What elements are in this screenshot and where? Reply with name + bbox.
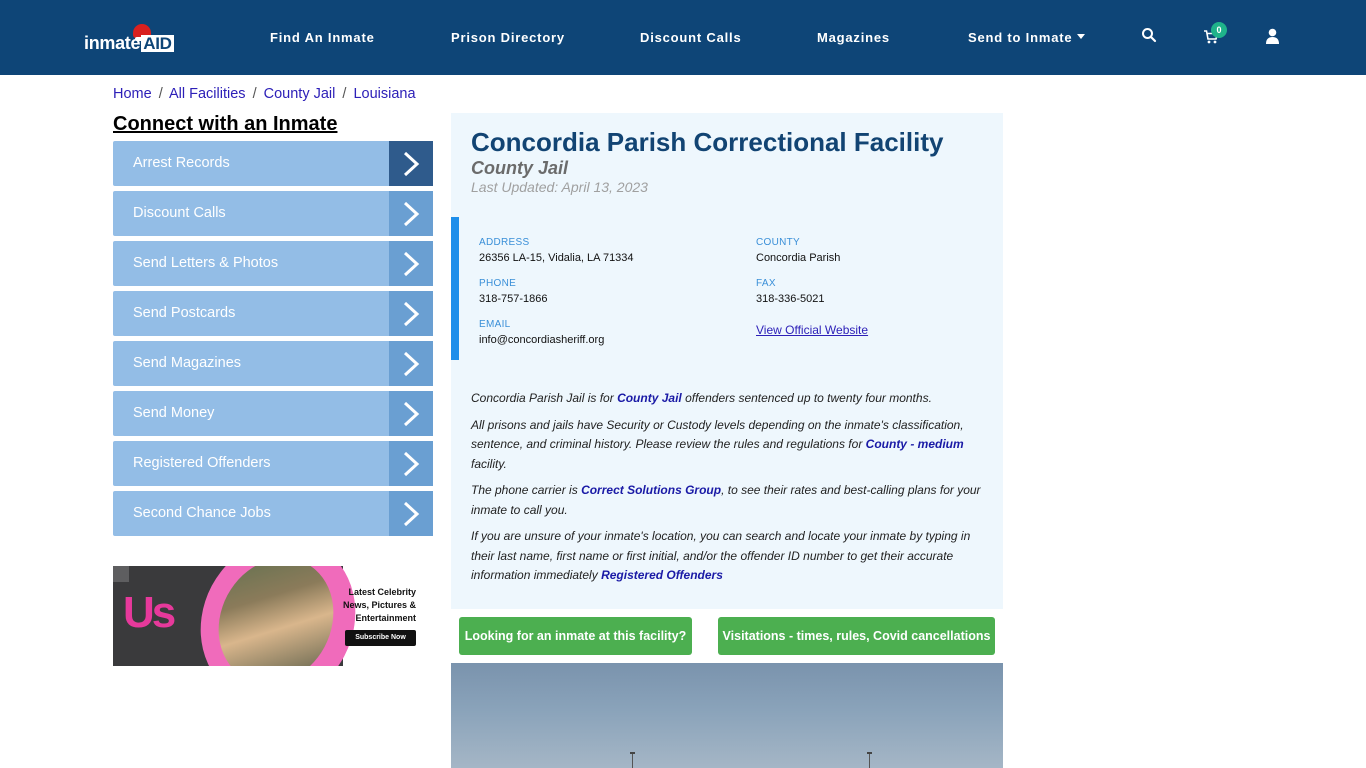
nav-prison-directory[interactable]: Prison Directory [451, 30, 565, 45]
sidebar-title: Connect with an Inmate [113, 113, 338, 135]
breadcrumb-separator: / [252, 86, 257, 102]
sidebar-item-send-money[interactable]: Send Money [113, 391, 433, 436]
description-paragraph: The phone carrier is Correct Solutions G… [471, 481, 983, 520]
description-text: facility. [471, 456, 507, 471]
us-weekly-ad-banner[interactable]: Us Latest Celebrity News, Pictures & Ent… [113, 566, 433, 666]
chevron-right-icon [389, 291, 433, 336]
nav-discount-calls[interactable]: Discount Calls [640, 30, 742, 45]
sidebar-item-discount-calls[interactable]: Discount Calls [113, 191, 433, 236]
breadcrumb-separator: / [342, 86, 347, 102]
facility-panel: Concordia Parish Correctional Facility C… [451, 113, 1003, 609]
phone-label: PHONE [479, 278, 517, 289]
sidebar-item-send-magazines[interactable]: Send Magazines [113, 341, 433, 386]
website-field: View Official Website [756, 321, 868, 339]
sidebar-item-label: Arrest Records [133, 155, 230, 171]
official-website-link[interactable]: View Official Website [756, 323, 868, 337]
chevron-right-icon [389, 441, 433, 486]
sidebar-item-label: Second Chance Jobs [133, 505, 271, 521]
nav-send-to-inmate[interactable]: Send to Inmate [968, 30, 1086, 45]
fax-field: FAX 318-336-5021 [756, 278, 825, 305]
light-pole-top [630, 752, 635, 754]
breadcrumb-county-jail[interactable]: County Jail [264, 86, 336, 102]
logo-accent: AID [141, 34, 174, 53]
visitations-button[interactable]: Visitations - times, rules, Covid cancel… [718, 617, 995, 655]
logo-text: inmate [84, 33, 141, 53]
light-pole [869, 753, 870, 768]
email-value: info@concordiasheriff.org [479, 334, 605, 346]
facility-info-block: ADDRESS 26356 LA-15, Vidalia, LA 71334 C… [451, 217, 1003, 360]
phone-carrier-link[interactable]: Correct Solutions Group [581, 483, 721, 497]
chevron-right-icon [389, 241, 433, 286]
sidebar-item-registered-offenders[interactable]: Registered Offenders [113, 441, 433, 486]
breadcrumb: Home / All Facilities / County Jail / Lo… [113, 86, 416, 102]
sidebar-item-label: Send Letters & Photos [133, 255, 279, 271]
sidebar-item-label: Send Magazines [133, 355, 242, 371]
ad-tagline-line: Entertainment [355, 613, 416, 623]
chevron-right-icon [389, 491, 433, 536]
find-inmate-at-facility-button[interactable]: Looking for an inmate at this facility? [459, 617, 692, 655]
ad-tagline: Latest Celebrity News, Pictures & Entert… [343, 586, 416, 625]
breadcrumb-home[interactable]: Home [113, 86, 152, 102]
facility-name: Concordia Parish Correctional Facility [471, 127, 944, 157]
light-pole [632, 753, 633, 768]
breadcrumb-all-facilities[interactable]: All Facilities [169, 86, 246, 102]
nav-find-an-inmate[interactable]: Find An Inmate [270, 30, 375, 45]
sidebar-item-send-letters-photos[interactable]: Send Letters & Photos [113, 241, 433, 286]
fax-label: FAX [756, 278, 776, 289]
sidebar-item-label: Registered Offenders [133, 455, 271, 471]
ad-tagline-line: News, Pictures & [342, 600, 416, 610]
sidebar-item-second-chance-jobs[interactable]: Second Chance Jobs [113, 491, 433, 536]
breadcrumb-separator: / [158, 86, 163, 102]
email-label: EMAIL [479, 319, 511, 330]
sidebar-item-arrest-records[interactable]: Arrest Records [113, 141, 433, 186]
cart-count-badge: 0 [1211, 22, 1227, 38]
email-field: EMAIL info@concordiasheriff.org [479, 319, 604, 346]
breadcrumb-louisiana[interactable]: Louisiana [353, 86, 415, 102]
sidebar-menu: Arrest Records Discount Calls Send Lette… [113, 141, 433, 541]
nav-send-to-inmate-label: Send to Inmate [968, 30, 1073, 45]
chevron-right-icon [389, 391, 433, 436]
county-jail-link[interactable]: County Jail [617, 391, 682, 405]
phone-field: PHONE 318-757-1866 [479, 278, 548, 305]
sidebar-item-label: Send Postcards [133, 305, 236, 321]
county-field: COUNTY Concordia Parish [756, 237, 840, 264]
ad-corner-square [113, 566, 129, 582]
chevron-right-icon [389, 141, 433, 186]
description-paragraph: Concordia Parish Jail is for County Jail… [471, 389, 983, 409]
description-paragraph: All prisons and jails have Security or C… [471, 416, 983, 475]
phone-value: 318-757-1866 [479, 293, 548, 305]
county-value: Concordia Parish [756, 252, 841, 264]
last-updated: Last Updated: April 13, 2023 [471, 179, 648, 195]
nav-magazines[interactable]: Magazines [817, 30, 890, 45]
user-icon[interactable] [1265, 28, 1283, 46]
sidebar-item-label: Send Money [133, 405, 215, 421]
security-level-link[interactable]: County - medium [866, 437, 964, 451]
description-text: offenders sentenced up to twenty four mo… [681, 391, 932, 405]
facility-photo [451, 663, 1003, 768]
light-pole-top [867, 752, 872, 754]
description-text: Concordia Parish Jail is for [471, 391, 618, 405]
facility-description: Concordia Parish Jail is for County Jail… [471, 389, 983, 593]
ad-brand-logo: Us [123, 588, 176, 637]
info-accent-bar [451, 217, 459, 360]
address-value: 26356 LA-15, Vidalia, LA 71334 [479, 252, 634, 264]
site-logo[interactable]: inmate AID [84, 22, 184, 58]
caret-down-icon [1077, 34, 1086, 40]
facility-type: County Jail [471, 158, 569, 178]
search-icon[interactable] [1141, 27, 1159, 45]
chevron-right-icon [389, 341, 433, 386]
fax-value: 318-336-5021 [756, 293, 825, 305]
description-paragraph: If you are unsure of your inmate's locat… [471, 527, 983, 586]
county-label: COUNTY [756, 237, 801, 248]
registered-offenders-link[interactable]: Registered Offenders [601, 568, 723, 582]
sidebar-item-label: Discount Calls [133, 205, 226, 221]
ad-subscribe-button[interactable]: Subscribe Now [345, 630, 416, 646]
address-field: ADDRESS 26356 LA-15, Vidalia, LA 71334 [479, 237, 634, 264]
address-label: ADDRESS [479, 237, 530, 248]
ad-tagline-line: Latest Celebrity [348, 587, 416, 597]
top-navbar: inmate AID Find An Inmate Prison Director… [0, 0, 1366, 75]
description-text: The phone carrier is [471, 483, 582, 497]
chevron-right-icon [389, 191, 433, 236]
sidebar-item-send-postcards[interactable]: Send Postcards [113, 291, 433, 336]
